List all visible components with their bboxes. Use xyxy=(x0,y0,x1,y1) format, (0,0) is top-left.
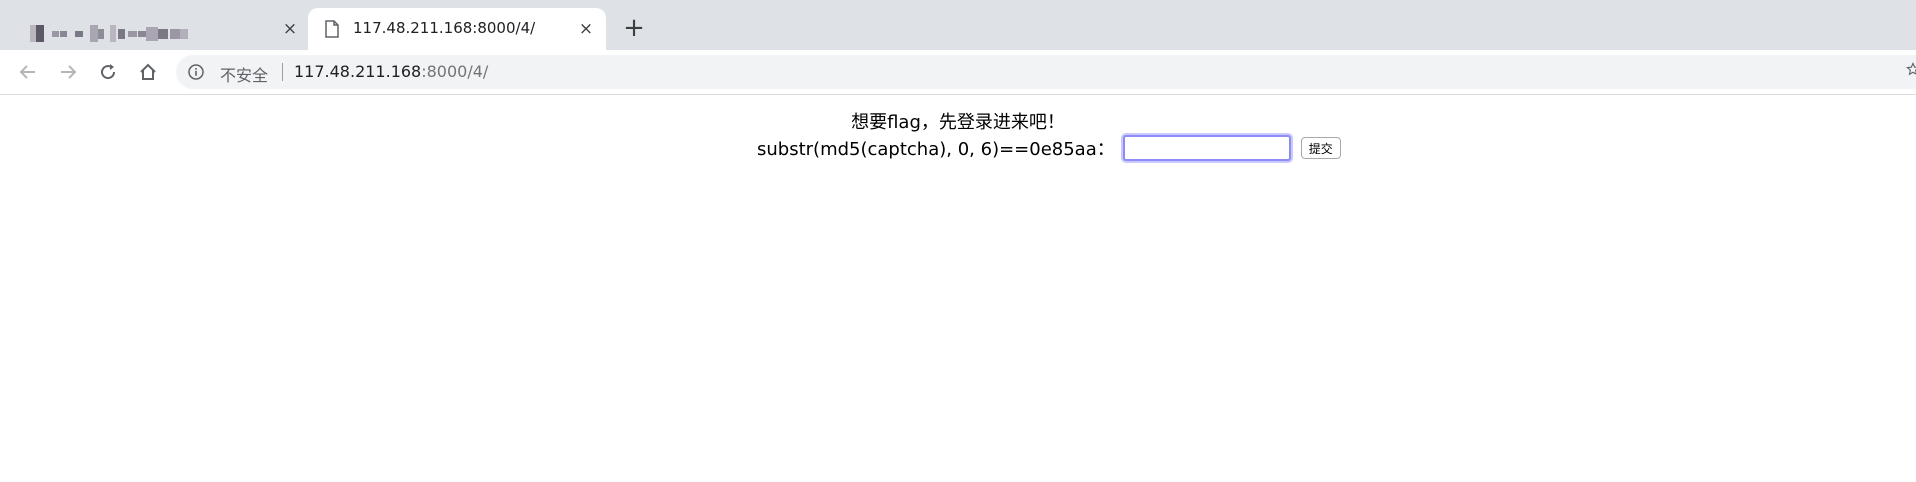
reload-button[interactable] xyxy=(94,58,122,86)
url-text[interactable]: 117.48.211.168:8000/4/ xyxy=(294,62,488,81)
back-button[interactable] xyxy=(14,58,42,86)
captcha-input[interactable] xyxy=(1122,135,1291,161)
separator xyxy=(282,63,283,81)
submit-button[interactable]: 提交 xyxy=(1300,137,1341,159)
url-path: :8000/4/ xyxy=(421,62,489,81)
tab-close-icon[interactable]: × xyxy=(575,18,597,40)
security-label[interactable]: 不安全 xyxy=(220,62,268,86)
arrow-left-icon xyxy=(19,65,35,79)
home-button[interactable] xyxy=(134,58,162,86)
arrow-right-icon xyxy=(61,65,77,79)
tab-strip: × 117.48.211.168:8000/4/ × + xyxy=(0,0,1916,50)
page-heading: 想要flag，先登录进来吧！ xyxy=(851,112,1065,133)
toolbar: 不安全 117.48.211.168:8000/4/ xyxy=(0,50,1916,95)
tab-inactive[interactable]: × xyxy=(12,8,304,50)
page-content: 想要flag，先登录进来吧！ substr(md5(captcha), 0, 6… xyxy=(0,95,1916,482)
blurred-tab-title xyxy=(30,25,236,42)
home-icon xyxy=(140,63,156,80)
address-bar[interactable]: 不安全 117.48.211.168:8000/4/ xyxy=(176,55,1916,89)
new-tab-button[interactable]: + xyxy=(618,13,650,43)
tab-active[interactable]: 117.48.211.168:8000/4/ × xyxy=(308,8,606,50)
captcha-label: substr(md5(captcha), 0, 6)==0e85aa： xyxy=(757,139,1115,160)
info-icon[interactable] xyxy=(188,64,204,80)
star-icon[interactable] xyxy=(1906,61,1916,77)
tab-title: 117.48.211.168:8000/4/ xyxy=(353,19,536,37)
reload-icon xyxy=(101,64,116,80)
forward-button[interactable] xyxy=(54,58,82,86)
page-icon xyxy=(325,20,339,38)
browser-window: × 117.48.211.168:8000/4/ × + 不安全 117.48.… xyxy=(0,0,1916,482)
captcha-form: substr(md5(captcha), 0, 6)==0e85aa： 提交 xyxy=(757,133,1341,163)
url-host: 117.48.211.168 xyxy=(294,62,422,81)
tab-close-icon[interactable]: × xyxy=(279,18,301,40)
